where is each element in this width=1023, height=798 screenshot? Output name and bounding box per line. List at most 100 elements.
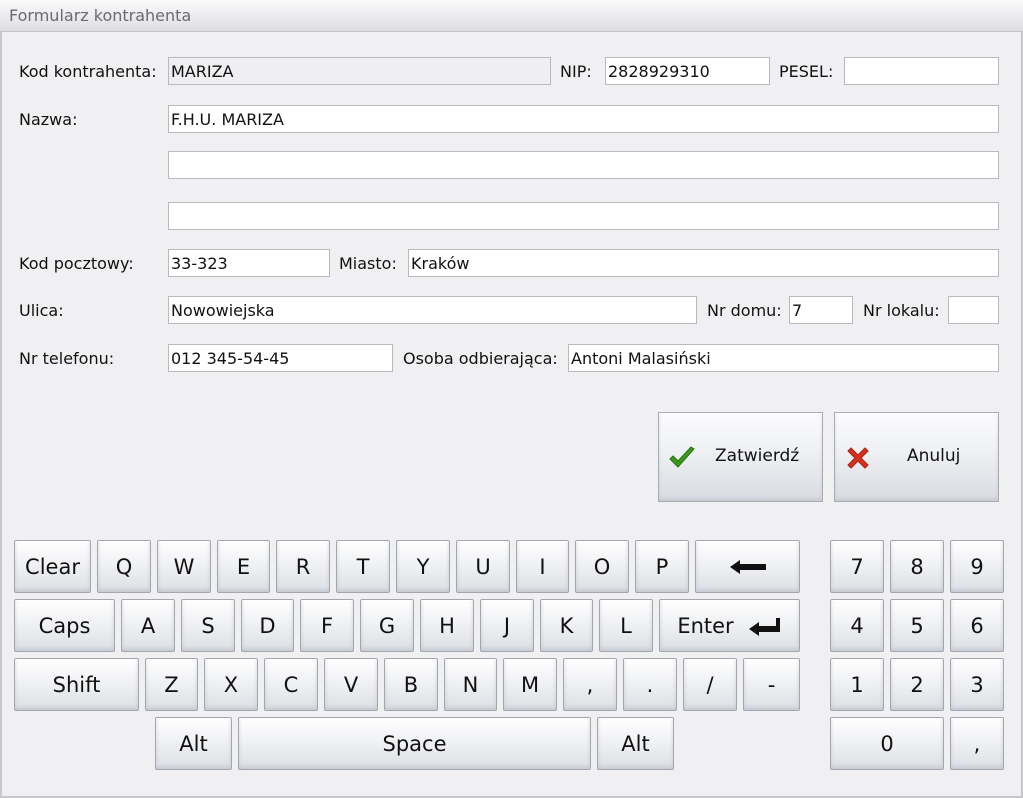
nazwa-line3-field[interactable] (168, 202, 999, 230)
numpad-6[interactable]: 6 (950, 599, 1004, 652)
key-label: , (973, 731, 981, 756)
numpad-7[interactable]: 7 (830, 540, 884, 593)
numpad-5[interactable]: 5 (890, 599, 944, 652)
key-alt-left[interactable]: Alt (155, 717, 232, 770)
key-c[interactable]: C (264, 658, 318, 711)
key-w[interactable]: W (157, 540, 211, 593)
key-t[interactable]: T (336, 540, 390, 593)
numpad-3[interactable]: 3 (950, 658, 1004, 711)
pesel-field[interactable] (844, 57, 999, 85)
key-label: 1 (850, 672, 864, 697)
numpad-9[interactable]: 9 (950, 540, 1004, 593)
numpad-2[interactable]: 2 (890, 658, 944, 711)
key-v[interactable]: V (324, 658, 378, 711)
key-n[interactable]: N (444, 658, 497, 711)
nr-telefonu-field[interactable] (168, 344, 393, 372)
key-label: Y (416, 554, 430, 579)
nip-field[interactable] (605, 57, 770, 85)
key-label: C (283, 672, 299, 697)
key-r[interactable]: R (276, 540, 330, 593)
key-backspace[interactable] (695, 540, 800, 593)
key-shift[interactable]: Shift (14, 658, 139, 711)
nr-telefonu-label: Nr telefonu: (19, 349, 115, 368)
nazwa-line2-field[interactable] (168, 151, 999, 179)
key-m[interactable]: M (503, 658, 557, 711)
miasto-field[interactable] (408, 249, 999, 277)
key-label: - (767, 672, 776, 697)
nr-domu-field[interactable] (789, 296, 853, 324)
key-label: U (475, 554, 491, 579)
miasto-label: Miasto: (339, 254, 397, 273)
key-h[interactable]: H (420, 599, 474, 652)
key-g[interactable]: G (360, 599, 414, 652)
key-clear[interactable]: Clear (14, 540, 91, 593)
key-u[interactable]: U (456, 540, 510, 593)
numpad-comma[interactable]: , (950, 717, 1004, 770)
numpad-4[interactable]: 4 (830, 599, 884, 652)
anuluj-label: Anuluj (907, 446, 961, 466)
backspace-arrow-icon (729, 559, 766, 574)
key-label: 3 (970, 672, 984, 697)
ulica-label: Ulica: (19, 301, 64, 320)
anuluj-button[interactable]: Anuluj (834, 412, 999, 502)
kod-kontrahenta-label: Kod kontrahenta: (19, 62, 157, 81)
key-caps[interactable]: Caps (14, 599, 115, 652)
key-e[interactable]: E (217, 540, 270, 593)
numpad-1[interactable]: 1 (830, 658, 884, 711)
key-p[interactable]: P (635, 540, 689, 593)
key-l[interactable]: L (599, 599, 653, 652)
key-label: A (140, 613, 156, 638)
key-enter[interactable]: Enter (659, 599, 800, 652)
nr-lokalu-field[interactable] (948, 296, 999, 324)
numpad-8[interactable]: 8 (890, 540, 944, 593)
key-y[interactable]: Y (396, 540, 450, 593)
key-label: , (586, 672, 594, 697)
key-x[interactable]: X (204, 658, 258, 711)
key-label: 0 (880, 731, 894, 756)
key-label: J (503, 613, 511, 638)
key-label: B (403, 672, 419, 697)
numpad-0[interactable]: 0 (830, 717, 944, 770)
key-label: P (655, 554, 669, 579)
key-label: 4 (850, 613, 864, 638)
key-slash[interactable]: / (683, 658, 737, 711)
nip-label: NIP: (560, 62, 592, 81)
key-o[interactable]: O (575, 540, 629, 593)
key-minus[interactable]: - (743, 658, 800, 711)
key-alt-right[interactable]: Alt (597, 717, 674, 770)
key-a[interactable]: A (121, 599, 175, 652)
key-label: Z (164, 672, 179, 697)
zatwierdz-button[interactable]: Zatwierdź (658, 412, 823, 502)
nazwa-field[interactable] (168, 105, 999, 133)
x-icon (847, 447, 869, 469)
key-q[interactable]: Q (97, 540, 151, 593)
key-label: F (320, 613, 334, 638)
enter-label: Enter (677, 613, 734, 638)
key-comma[interactable]: , (563, 658, 617, 711)
key-label: L (620, 613, 632, 638)
key-space[interactable]: Space (238, 717, 591, 770)
key-label: 9 (970, 554, 984, 579)
key-label: Shift (52, 672, 101, 697)
key-s[interactable]: S (181, 599, 235, 652)
window-titlebar: Formularz kontrahenta (0, 0, 1023, 32)
key-label: O (593, 554, 611, 579)
kod-kontrahenta-field[interactable] (168, 57, 551, 85)
key-label: N (462, 672, 479, 697)
key-label: Alt (621, 731, 650, 756)
key-k[interactable]: K (540, 599, 593, 652)
key-period[interactable]: . (623, 658, 677, 711)
key-z[interactable]: Z (145, 658, 198, 711)
key-label: X (223, 672, 239, 697)
ulica-field[interactable] (168, 296, 697, 324)
key-label: Clear (25, 554, 80, 579)
key-d[interactable]: D (241, 599, 294, 652)
key-f[interactable]: F (300, 599, 354, 652)
key-b[interactable]: B (384, 658, 438, 711)
kod-pocztowy-field[interactable] (168, 249, 330, 277)
nr-domu-label: Nr domu: (707, 301, 782, 320)
key-i[interactable]: I (516, 540, 569, 593)
key-j[interactable]: J (480, 599, 534, 652)
osoba-odbierajaca-field[interactable] (568, 344, 999, 372)
key-label: S (201, 613, 215, 638)
